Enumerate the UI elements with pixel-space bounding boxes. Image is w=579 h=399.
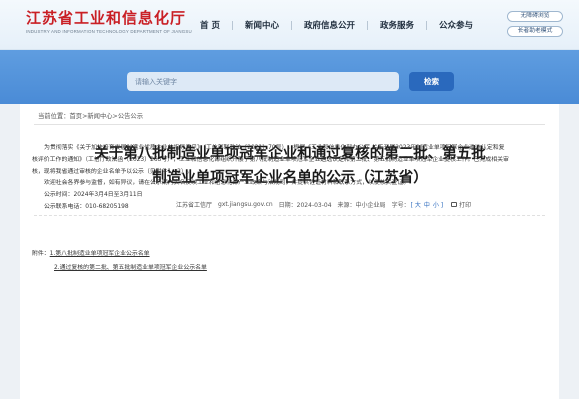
site-logo[interactable]: 江苏省工业和信息化厅 INDUSTRY AND INFORMATION TECH… <box>26 9 192 34</box>
nav-gov-services[interactable]: 政务服务 <box>380 19 414 31</box>
nav-news-center[interactable]: 新闻中心 <box>245 19 279 31</box>
body-paragraph-1: 为贯彻落实《关于加快培育发展制造业优质企业的指导意见》（工信部联政法〔2021〕… <box>32 145 509 175</box>
breadcrumb-path[interactable]: >新闻中心>公告公示 <box>82 113 143 120</box>
article-body: 为贯彻落实《关于加快培育发展制造业优质企业的指导意见》（工信部联政法〔2021〕… <box>32 143 510 214</box>
nav-divider <box>290 20 292 30</box>
breadcrumb-label: 当前位置： <box>38 113 70 120</box>
body-paragraph-2: 欢迎社会各界参与监督，如有异议，请在公示期内实名反映工业和信息化部产业政策与法规… <box>44 180 410 187</box>
attachments: 附件：1.第八批制造业单项冠军企业公示名单 2.通过复核的第二批、第五批制造业单… <box>32 247 207 275</box>
nav-home[interactable]: 首 页 <box>200 19 220 31</box>
nav-divider <box>426 20 428 30</box>
breadcrumb: 当前位置：首页>新闻中心>公告公示 <box>38 111 143 120</box>
main-nav: 首 页 新闻中心 政府信息公开 政务服务 公众参与 <box>200 17 473 33</box>
search-input[interactable] <box>127 72 399 91</box>
breadcrumb-home-link[interactable]: 首页 <box>69 113 82 120</box>
nav-divider <box>231 20 233 30</box>
accessibility-panel: 无障碍浏览 长者助老模式 <box>507 11 563 41</box>
publicity-period: 公示时间：2024年3月4日至3月11日 <box>44 192 143 199</box>
attachment-link-1[interactable]: 1.第八批制造业单项冠军企业公示名单 <box>50 251 150 257</box>
site-subtitle: INDUSTRY AND INFORMATION TECHNOLOGY DEPA… <box>26 29 192 34</box>
site-header: 江苏省工业和信息化厅 INDUSTRY AND INFORMATION TECH… <box>0 0 579 50</box>
site-title: 江苏省工业和信息化厅 <box>26 9 187 27</box>
attachments-label: 附件： <box>32 251 50 257</box>
elderly-mode-button[interactable]: 长者助老模式 <box>507 26 563 37</box>
nav-divider <box>367 20 368 30</box>
contact-phone: 公示联系电话：010-68205198 <box>44 203 129 210</box>
accessible-browsing-button[interactable]: 无障碍浏览 <box>507 11 563 22</box>
nav-gov-info-disclosure[interactable]: 政府信息公开 <box>304 19 355 31</box>
attachment-row-1: 附件：1.第八批制造业单项冠军企业公示名单 <box>32 247 207 261</box>
meta-divider <box>34 215 545 216</box>
attachment-row-2: 2.通过复核的第二批、第五批制造业单项冠军企业公示名单 <box>32 261 207 275</box>
nav-public-participation[interactable]: 公众参与 <box>439 19 473 31</box>
breadcrumb-divider <box>34 124 545 125</box>
search-button[interactable]: 检索 <box>409 72 454 91</box>
attachment-link-2[interactable]: 2.通过复核的第二批、第五批制造业单项冠军企业公示名单 <box>54 265 207 271</box>
